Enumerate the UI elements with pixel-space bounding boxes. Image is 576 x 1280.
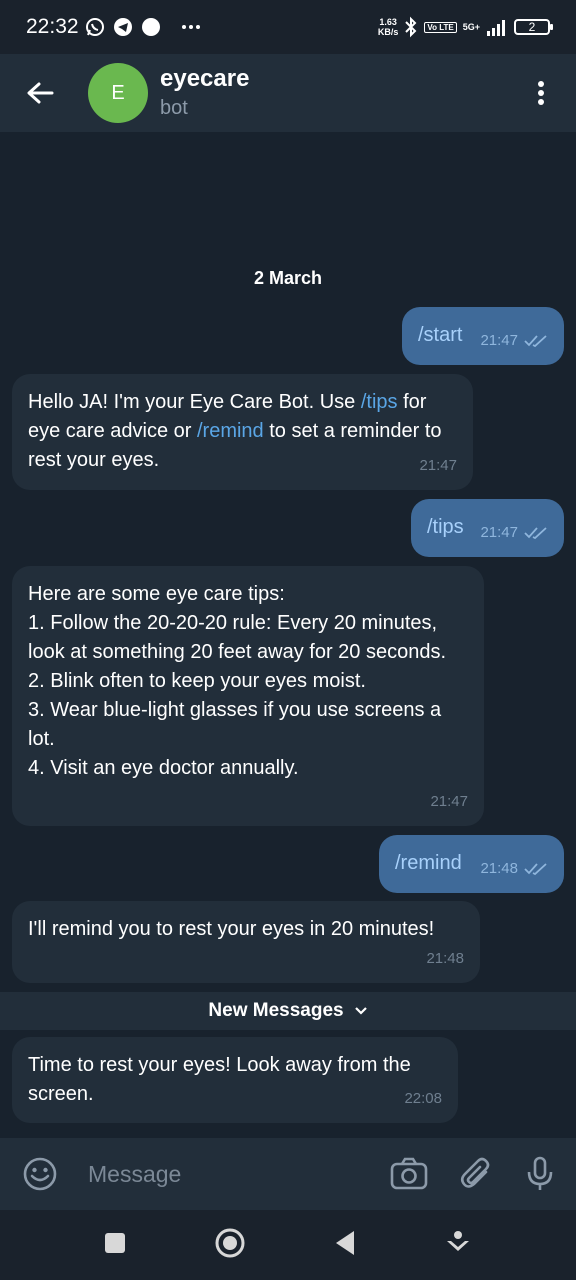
remind-command-link[interactable]: /remind xyxy=(197,420,264,442)
message-meta: 21:47 xyxy=(419,451,457,480)
back-button[interactable] xyxy=(0,54,80,132)
chat-title: eyecare xyxy=(160,65,250,92)
message-time: 21:47 xyxy=(419,457,457,474)
circle-notification-icon xyxy=(141,17,161,37)
date-separator: 2 March xyxy=(253,268,323,288)
message-input[interactable]: Message xyxy=(88,1161,390,1188)
whatsapp-icon xyxy=(85,17,105,37)
message-incoming[interactable]: Hello JA! I'm your Eye Care Bot. Use /ti… xyxy=(12,374,473,490)
message-time: 21:48 xyxy=(426,950,464,967)
message-text: /start xyxy=(418,324,463,346)
message-text: /tips xyxy=(427,516,464,538)
attach-button[interactable] xyxy=(460,1157,492,1191)
camera-icon xyxy=(390,1157,428,1190)
double-check-icon xyxy=(524,334,547,347)
double-check-icon xyxy=(524,862,547,875)
back-nav-button[interactable] xyxy=(334,1230,356,1261)
home-circle-icon xyxy=(215,1228,245,1257)
message-time: 21:47 xyxy=(480,332,518,349)
avatar[interactable]: E xyxy=(88,63,148,123)
network-speed: 1.63 KB/s xyxy=(377,17,399,37)
square-icon xyxy=(105,1232,125,1253)
system-navigation-bar xyxy=(0,1210,576,1280)
message-text: I'll remind you to rest your eyes in 20 … xyxy=(28,918,435,940)
voice-message-button[interactable] xyxy=(526,1156,554,1192)
message-text: Time to rest your eyes! Look away from t… xyxy=(28,1054,417,1105)
smiley-icon xyxy=(23,1157,57,1191)
triangle-back-icon xyxy=(336,1230,354,1255)
more-notifications-icon xyxy=(181,24,201,30)
more-options-button[interactable] xyxy=(506,54,576,132)
message-text: /remind xyxy=(395,852,462,874)
camera-button[interactable] xyxy=(390,1157,428,1191)
back-arrow-icon xyxy=(27,82,54,104)
message-outgoing[interactable]: /tips 21:47 xyxy=(411,499,564,557)
recents-button[interactable] xyxy=(104,1232,126,1259)
signal-icon xyxy=(486,18,508,36)
message-meta: 21:47 xyxy=(480,326,548,355)
status-bar: 22:32 1.63 KB/s Vo LTE 5G+ 2 xyxy=(0,0,576,54)
telegram-icon xyxy=(113,17,133,37)
tips-command-link[interactable]: /tips xyxy=(361,391,398,413)
notification-icons xyxy=(85,17,201,37)
status-time: 22:32 xyxy=(26,15,79,38)
assistant-button[interactable] xyxy=(444,1229,472,1262)
microphone-icon xyxy=(527,1156,553,1190)
double-check-icon xyxy=(524,526,547,539)
bluetooth-icon xyxy=(404,16,418,38)
message-outgoing[interactable]: /remind 21:48 xyxy=(379,835,564,893)
chat-title-block[interactable]: eyecare bot xyxy=(160,65,249,121)
message-meta: 21:47 xyxy=(480,518,548,547)
vertical-dots-icon xyxy=(538,81,544,105)
message-outgoing[interactable]: /start 21:47 xyxy=(402,307,564,365)
message-meta: 22:08 xyxy=(404,1084,442,1113)
battery-icon: 2 xyxy=(514,19,553,35)
message-time: 21:48 xyxy=(480,860,518,877)
system-status-icons: 1.63 KB/s Vo LTE 5G+ 2 xyxy=(377,16,553,38)
message-incoming[interactable]: Time to rest your eyes! Look away from t… xyxy=(12,1037,458,1123)
message-incoming[interactable]: I'll remind you to rest your eyes in 20 … xyxy=(12,901,480,983)
network-type: 5G+ xyxy=(462,22,480,32)
message-time: 21:47 xyxy=(430,793,468,810)
message-text: Here are some eye care tips: 1. Follow t… xyxy=(28,583,447,779)
message-list[interactable]: 2 March /start 21:47 Hello JA! I'm your … xyxy=(0,132,576,1138)
emoji-button[interactable] xyxy=(22,1156,58,1192)
message-time: 22:08 xyxy=(404,1090,442,1107)
volte-badge: Vo LTE xyxy=(424,21,457,33)
message-time: 21:47 xyxy=(480,524,518,541)
message-incoming[interactable]: Here are some eye care tips: 1. Follow t… xyxy=(12,566,484,826)
new-messages-divider: New Messages xyxy=(0,992,576,1030)
message-meta: 21:48 xyxy=(480,854,548,883)
chat-header: E eyecare bot xyxy=(0,54,576,132)
chat-subtitle: bot xyxy=(160,97,188,119)
message-text: Hello JA! I'm your Eye Care Bot. Use /ti… xyxy=(28,391,448,471)
chevron-down-icon xyxy=(354,1007,367,1015)
paperclip-icon xyxy=(460,1157,490,1188)
home-button[interactable] xyxy=(214,1227,246,1264)
message-input-bar: Message xyxy=(0,1138,576,1210)
assistant-icon xyxy=(447,1230,469,1251)
message-meta: 21:48 xyxy=(426,944,464,973)
new-messages-label: New Messages xyxy=(208,1000,344,1021)
message-meta: 21:47 xyxy=(430,787,468,816)
